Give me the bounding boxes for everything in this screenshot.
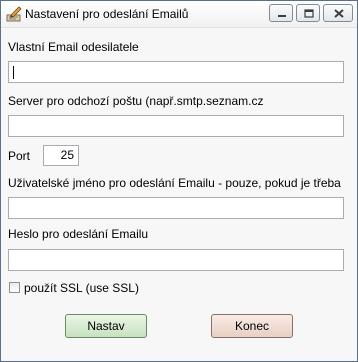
smtp-server-field[interactable] [8,115,344,137]
username-label: Uživatelské jméno pro odeslání Emailu - … [8,176,341,190]
sender-email-field[interactable] [8,61,344,83]
close-button[interactable] [323,4,353,22]
konec-button[interactable]: Konec [211,314,293,338]
minimize-icon [278,15,286,17]
minimize-button[interactable] [269,4,293,22]
nastav-button[interactable]: Nastav [65,314,147,338]
smtp-server-label: Server pro odchozí poštu (např.smtp.sezn… [8,94,264,108]
sender-email-label: Vlastní Email odesilatele [8,40,139,54]
username-field[interactable] [8,197,344,219]
ssl-checkbox-label[interactable]: použít SSL (use SSL) [24,281,139,295]
port-label: Port [8,149,31,163]
window-controls [269,4,353,22]
dialog-body: Vlastní Email odesilatele Server pro odc… [1,28,357,361]
ssl-checkbox[interactable] [9,282,20,293]
password-label: Heslo pro odeslání Emailu [8,227,149,241]
text-caret [13,66,14,79]
window-title: Nastavení pro odeslání Emailů [25,7,189,21]
port-field[interactable]: 25 [43,145,79,166]
title-bar[interactable]: Nastavení pro odeslání Emailů [1,1,357,28]
close-icon [334,9,344,18]
settings-dialog: Nastavení pro odeslání Emailů Vlastní Em… [0,0,358,362]
edit-pencil-icon [6,6,22,22]
password-field[interactable] [8,249,344,271]
maximize-button[interactable] [296,4,320,22]
maximize-icon [304,9,314,18]
